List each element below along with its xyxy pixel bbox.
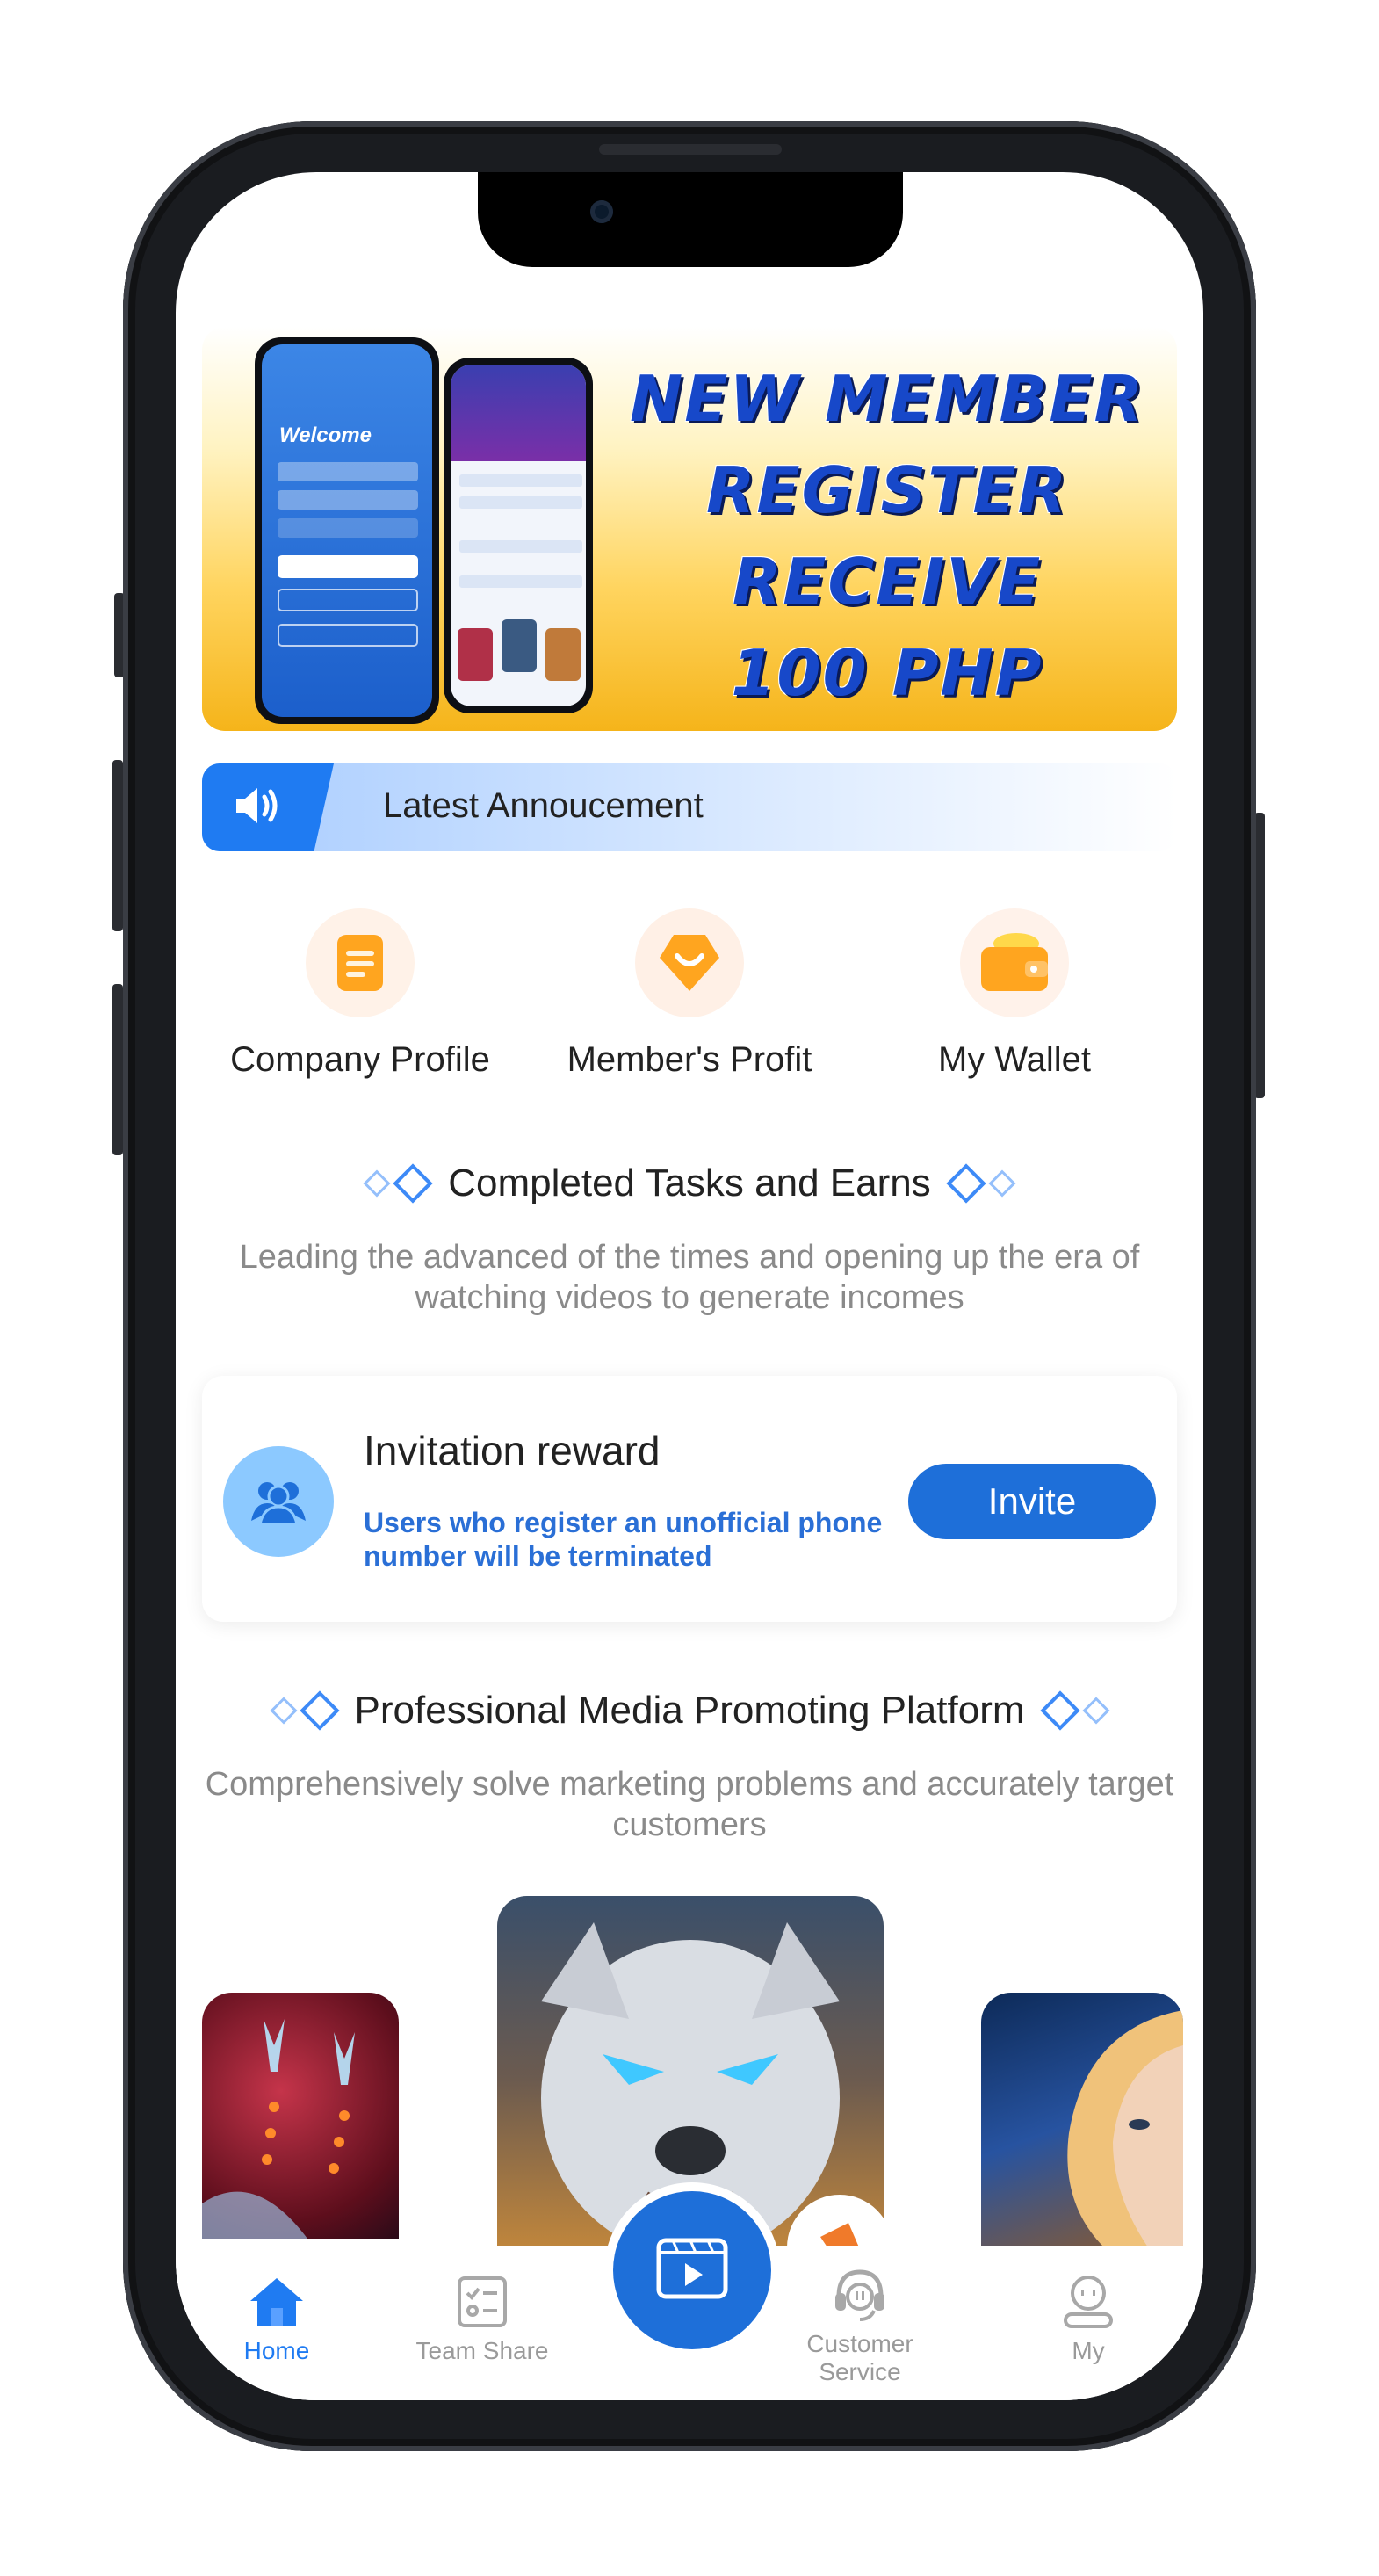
banner-phone-button <box>278 555 418 578</box>
banner-phone-thumb <box>502 619 537 672</box>
quick-link-members-profit[interactable]: Member's Profit <box>540 908 839 1080</box>
smile-badge-icon <box>635 908 744 1017</box>
quick-link-label: Company Profile <box>230 1040 490 1079</box>
phone-speaker <box>599 144 782 155</box>
nav-video-button[interactable] <box>613 2191 771 2349</box>
speaker-icon <box>233 785 282 831</box>
banner-phone-button <box>278 589 418 611</box>
promo-banner[interactable]: Welcome NEW MEMBER REGISTER RECEIVE 100 … <box>202 327 1177 731</box>
nav-label: Customer Service <box>806 2330 913 2385</box>
video-icon <box>655 2237 729 2305</box>
banner-phone-thumb <box>545 628 581 681</box>
banner-phone-row <box>459 496 582 509</box>
checklist-icon <box>451 2270 514 2334</box>
invitation-card: Invitation reward Users who register an … <box>202 1376 1177 1622</box>
phone-screen: Welcome NEW MEMBER REGISTER RECEIVE 100 … <box>176 172 1203 2400</box>
banner-headline: NEW MEMBER REGISTER RECEIVE 100 PHP <box>615 353 1159 719</box>
banner-phone-button <box>278 624 418 647</box>
tasks-section-subtitle: Leading the advanced of the times and op… <box>239 1239 1140 1316</box>
banner-phone-header <box>451 365 586 461</box>
banner-phone-field <box>278 462 418 481</box>
nav-label: My <box>1072 2337 1105 2364</box>
diamond-icon <box>269 1697 298 1725</box>
user-icon <box>1057 2270 1120 2334</box>
tasks-title-text: Completed Tasks and Earns <box>448 1161 931 1205</box>
nav-home[interactable]: Home <box>202 2270 351 2365</box>
media-section-subtitle: Comprehensively solve marketing problems… <box>205 1766 1174 1843</box>
banner-line: NEW MEMBER <box>630 362 1144 436</box>
diamond-icon <box>1039 1690 1080 1731</box>
quick-link-company-profile[interactable]: Company Profile <box>211 908 509 1080</box>
banner-phone-row <box>459 474 582 487</box>
nav-label: Home <box>243 2337 310 2364</box>
diamond-icon <box>946 1163 986 1204</box>
diamond-icon <box>988 1169 1016 1198</box>
quick-link-my-wallet[interactable]: My Wallet <box>865 908 1164 1080</box>
wallet-icon <box>960 908 1069 1017</box>
headset-icon <box>828 2263 892 2326</box>
team-icon <box>223 1446 334 1557</box>
banner-phone-image-2 <box>444 358 593 713</box>
banner-line: RECEIVE <box>732 545 1043 619</box>
invite-button[interactable]: Invite <box>908 1464 1156 1539</box>
front-camera <box>590 200 613 223</box>
diamond-icon <box>299 1690 340 1731</box>
banner-phone-row <box>459 540 582 553</box>
nav-team-share[interactable]: Team Share <box>408 2270 557 2365</box>
media-title-text: Professional Media Promoting Platform <box>354 1689 1025 1732</box>
notch <box>478 172 903 267</box>
nav-label: Team Share <box>415 2337 549 2364</box>
game-card-warrior[interactable] <box>981 1993 1183 2247</box>
banner-phone-image: Welcome <box>255 337 439 724</box>
banner-line: REGISTER <box>705 453 1069 527</box>
volume-down-button <box>112 984 123 1155</box>
diamond-icon <box>363 1169 391 1198</box>
game-card-space-shooter[interactable] <box>202 1993 399 2239</box>
quick-link-label: My Wallet <box>937 1040 1092 1079</box>
nav-customer-service[interactable]: Customer Service <box>785 2263 935 2386</box>
announcement-badge <box>202 763 334 851</box>
home-icon <box>245 2270 308 2334</box>
document-icon <box>306 908 415 1017</box>
invitation-title: Invitation reward <box>364 1428 661 1473</box>
banner-phone-row <box>459 575 582 588</box>
announcement-text: Latest Annoucement <box>383 786 704 825</box>
banner-phone-field <box>278 518 418 538</box>
quick-link-label: Member's Profit <box>567 1040 812 1079</box>
nav-my[interactable]: My <box>1014 2270 1163 2365</box>
media-section-title: Professional Media Promoting Platform <box>176 1689 1203 1733</box>
invitation-description: Users who register an unofficial phone n… <box>364 1507 883 1572</box>
volume-up-button <box>112 760 123 931</box>
diamond-icon <box>1081 1697 1110 1725</box>
banner-phone-thumb <box>458 628 493 681</box>
banner-line: 100 PHP <box>731 636 1043 710</box>
diamond-icon <box>393 1163 433 1204</box>
banner-phone-welcome: Welcome <box>279 423 372 447</box>
banner-phone-field <box>278 490 418 510</box>
tasks-section-title: Completed Tasks and Earns <box>176 1161 1203 1205</box>
announcement-bar[interactable]: Latest Annoucement <box>202 763 1177 851</box>
